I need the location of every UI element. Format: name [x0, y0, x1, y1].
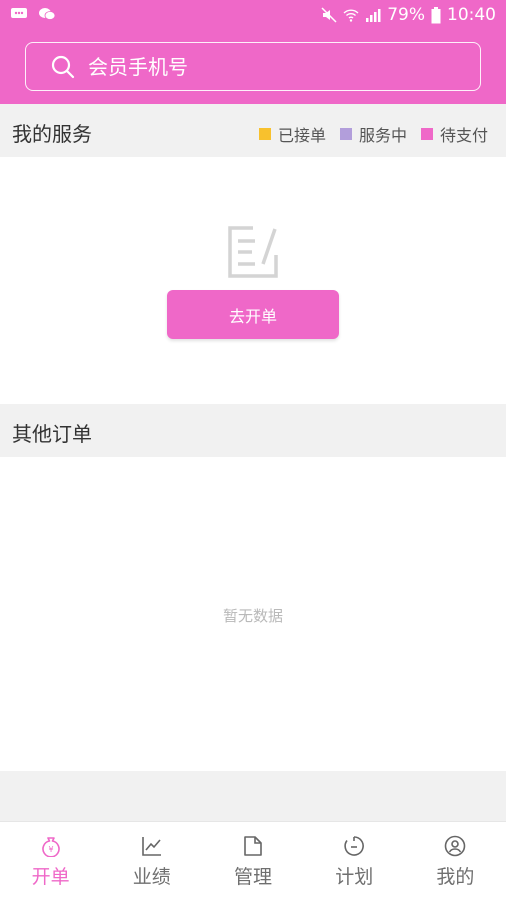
message-icon	[11, 8, 27, 18]
chart-icon	[141, 837, 161, 856]
other-orders-title: 其他订单	[12, 422, 92, 446]
nav-label: 计划	[335, 866, 374, 888]
status-bar: 79% 10:40	[0, 0, 506, 30]
signal-icon	[366, 9, 381, 22]
nav-label: 业绩	[132, 866, 171, 888]
create-order-button[interactable]: 去开单	[167, 290, 339, 339]
header	[0, 30, 506, 104]
legend-swatch-yellow	[258, 128, 271, 140]
nav-item-management[interactable]: 管理	[202, 822, 303, 900]
svg-text:¥: ¥	[48, 845, 53, 854]
document-icon	[244, 836, 262, 856]
money-bag-icon: ¥	[41, 837, 60, 857]
wifi-icon	[343, 9, 359, 22]
legend-item-in-service: 服务中	[339, 122, 407, 146]
search-icon	[51, 55, 75, 78]
battery-percent: 79%	[387, 5, 425, 25]
other-orders-header: 其他订单	[0, 404, 506, 457]
empty-edit-icon	[228, 226, 278, 278]
bottom-nav: ¥ 开单 业绩 管理 计划 我的	[0, 821, 506, 900]
legend-label: 已接单	[277, 126, 326, 145]
search-box[interactable]	[25, 42, 481, 91]
other-orders-panel: 暂无数据	[0, 457, 506, 771]
mute-icon	[321, 7, 337, 23]
wechat-icon	[39, 8, 56, 20]
nav-label: 我的	[436, 866, 475, 888]
nav-label: 管理	[234, 866, 273, 888]
nav-item-performance[interactable]: 业绩	[101, 822, 202, 900]
empty-state-text: 暂无数据	[222, 607, 283, 625]
battery-icon	[431, 6, 441, 23]
my-service-title: 我的服务	[12, 122, 92, 146]
nav-item-open-order[interactable]: ¥ 开单	[0, 822, 101, 900]
legend-swatch-pink	[420, 128, 433, 140]
search-input[interactable]	[88, 54, 428, 79]
timer-icon	[344, 836, 365, 856]
status-legend: 已接单 服务中 待支付	[258, 122, 488, 146]
legend-label: 服务中	[358, 126, 407, 145]
clock: 10:40	[447, 5, 496, 25]
user-icon	[445, 835, 466, 857]
legend-swatch-purple	[339, 128, 352, 140]
legend-item-pending-payment: 待支付	[420, 122, 488, 146]
legend-item-accepted: 已接单	[258, 122, 326, 146]
legend-label: 待支付	[439, 126, 488, 145]
nav-item-plan[interactable]: 计划	[304, 822, 405, 900]
my-service-header: 我的服务 已接单 服务中 待支付	[0, 104, 506, 157]
nav-label: 开单	[31, 866, 70, 888]
my-service-panel: 去开单	[0, 157, 506, 404]
nav-item-mine[interactable]: 我的	[405, 822, 506, 900]
